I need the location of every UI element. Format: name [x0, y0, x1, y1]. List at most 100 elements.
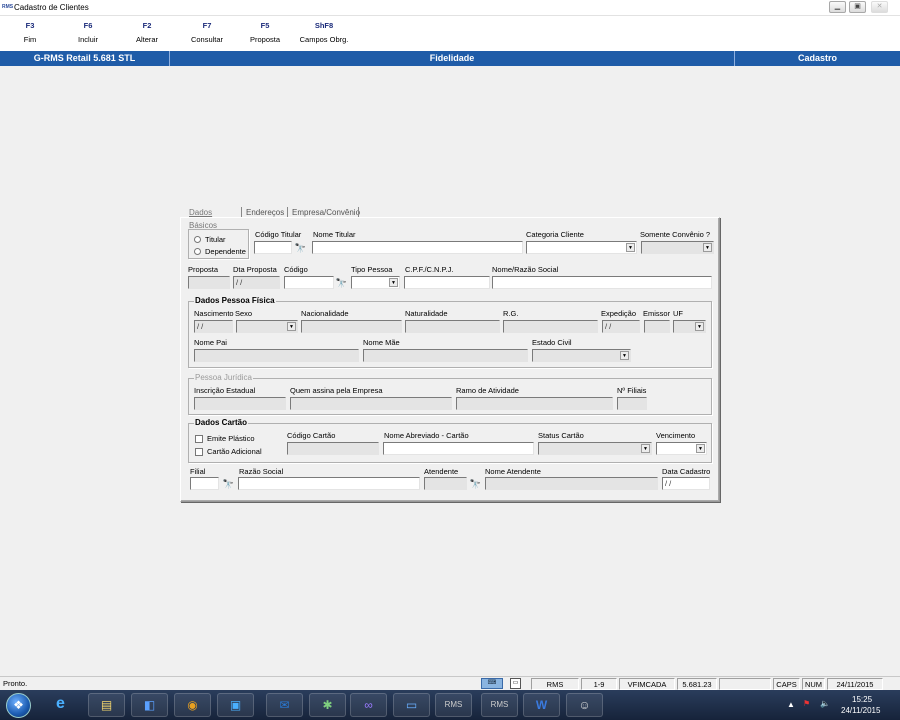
nome-mae-input[interactable] [363, 349, 528, 362]
tray-arrow-icon[interactable]: ▲ [787, 700, 795, 709]
rms-app-icon[interactable]: RMS [435, 693, 472, 717]
window-title: Cadastro de Clientes [14, 3, 89, 12]
inscricao-estadual-input[interactable] [194, 397, 286, 410]
nome-abreviado-input[interactable] [383, 442, 534, 455]
codigo-titular-input[interactable] [254, 241, 292, 254]
binoculars-search-icon[interactable]: 🔭 [335, 277, 348, 289]
form-panel: Titular Dependente Código Titular 🔭 Nome… [180, 217, 720, 502]
codigo-input[interactable] [284, 276, 334, 289]
chrome-icon[interactable]: ◉ [174, 693, 211, 717]
cpf-cnpj-input[interactable] [404, 276, 490, 289]
remote-app-icon[interactable]: ▣ [217, 693, 254, 717]
titular-radio-group: Titular Dependente [188, 229, 249, 259]
binoculars-search-icon[interactable]: 🔭 [294, 242, 307, 254]
clock-time[interactable]: 15:25 [852, 695, 872, 704]
blue-app-icon[interactable]: ◧ [131, 693, 168, 717]
internet-explorer-icon[interactable]: e [42, 693, 79, 717]
nome-mae-label: Nome Mãe [363, 338, 400, 347]
clock-date[interactable]: 24/11/2015 [841, 706, 880, 715]
toolbar-incluir-button[interactable]: F6 Incluir [66, 21, 110, 44]
word-icon[interactable]: W [523, 693, 560, 717]
radio-dependente[interactable] [194, 248, 201, 255]
expedicao-input[interactable]: / / [602, 320, 640, 333]
toolbar-alterar-button[interactable]: F2 Alterar [125, 21, 169, 44]
tipo-pessoa-select[interactable]: ▼ [351, 276, 400, 289]
categoria-cliente-select[interactable]: ▼ [526, 241, 637, 254]
dta-proposta-input[interactable]: / / [233, 276, 280, 289]
codigo-label: Código [284, 265, 308, 274]
status-text: Pronto. [3, 679, 28, 688]
nome-pai-input[interactable] [194, 349, 359, 362]
proposta-input[interactable] [188, 276, 230, 289]
terminal-app-icon[interactable]: ▭ [393, 693, 430, 717]
toolbar-campos-obrg-button[interactable]: ShF8 Campos Obrg. [296, 21, 352, 44]
nome-atendente-input[interactable] [485, 477, 658, 490]
status-cartao-select[interactable]: ▼ [538, 442, 652, 455]
nome-atendente-label: Nome Atendente [485, 467, 541, 476]
naturalidade-input[interactable] [405, 320, 500, 333]
toolbar-consultar-button[interactable]: F7 Consultar [185, 21, 229, 44]
toolbar-proposta-button[interactable]: F5 Proposta [243, 21, 287, 44]
chevron-down-icon: ▼ [389, 278, 398, 287]
dados-cartao-group: Dados Cartão Emite Plástico Cartão Adici… [188, 418, 712, 463]
toolbar-label: Proposta [249, 35, 281, 44]
minimize-button[interactable]: ▁ [829, 1, 846, 13]
num-filiais-input[interactable] [617, 397, 647, 410]
data-cadastro-label: Data Cadastro [662, 467, 711, 476]
section-name: Cadastro [797, 53, 837, 63]
status-app: RMS [531, 678, 579, 690]
rms-app-icon-active[interactable]: RMS [481, 693, 518, 717]
tipo-pessoa-label: Tipo Pessoa [351, 265, 393, 274]
file-explorer-icon[interactable]: ▤ [88, 693, 125, 717]
binoculars-search-icon[interactable]: 🔭 [469, 478, 482, 490]
uf-select[interactable]: ▼ [673, 320, 706, 333]
network-status-icon[interactable]: ⚑ [803, 699, 810, 708]
vencimento-select[interactable]: ▼ [656, 442, 707, 455]
razao-social-input[interactable] [238, 477, 420, 490]
network-app-icon[interactable]: ✱ [309, 693, 346, 717]
cartao-adicional-checkbox[interactable] [195, 448, 203, 456]
module-name: Fidelidade [170, 51, 735, 66]
data-cadastro-input[interactable]: / / [662, 477, 710, 490]
emite-plastico-checkbox[interactable] [195, 435, 203, 443]
rg-input[interactable] [503, 320, 598, 333]
toolbar-key: F7 [202, 21, 212, 30]
status-cartao-label: Status Cartão [538, 431, 584, 440]
start-button[interactable]: ❖ [6, 693, 31, 718]
infinity-app-icon[interactable]: ∞ [350, 693, 387, 717]
user-app-icon[interactable]: ☺ [566, 693, 603, 717]
toolbar-fim-button[interactable]: F3 Fim [8, 21, 52, 44]
filial-input[interactable] [190, 477, 219, 490]
sexo-select[interactable]: ▼ [236, 320, 298, 333]
nacionalidade-input[interactable] [301, 320, 402, 333]
filial-label: Filial [190, 467, 206, 476]
nome-titular-input[interactable] [312, 241, 523, 254]
close-button[interactable]: ✕ [871, 1, 888, 13]
rms-app-icon: RMS [2, 4, 14, 10]
emissor-input[interactable] [644, 320, 670, 333]
chevron-down-icon: ▼ [287, 322, 296, 331]
radio-titular[interactable] [194, 236, 201, 243]
toolbar-label: Incluir [77, 35, 98, 44]
volume-icon[interactable]: 🔈 [820, 699, 830, 708]
toolbar-label: Fim [23, 35, 37, 44]
atendente-input[interactable] [424, 477, 467, 490]
nome-razao-social-input[interactable] [492, 276, 712, 289]
status-page: 1-9 [581, 678, 617, 690]
nome-abreviado-label: Nome Abreviado - Cartão [384, 431, 469, 440]
radio-dependente-label: Dependente [205, 247, 246, 256]
outlook-icon[interactable]: ✉ [266, 693, 303, 717]
codigo-cartao-input[interactable] [287, 442, 379, 455]
estado-civil-select[interactable]: ▼ [532, 349, 631, 362]
maximize-button[interactable]: ▣ [849, 1, 866, 13]
somente-convenio-select[interactable]: ▼ [641, 241, 714, 254]
pessoa-juridica-title: Pessoa Jurídica [194, 373, 253, 382]
num-filiais-label: Nº Filiais [617, 386, 647, 395]
ramo-atividade-input[interactable] [456, 397, 613, 410]
binoculars-search-icon[interactable]: 🔭 [222, 478, 235, 490]
nascimento-input[interactable]: / / [194, 320, 233, 333]
quem-assina-input[interactable] [290, 397, 452, 410]
expedicao-label: Expedição [601, 309, 637, 318]
pessoa-fisica-title: Dados Pessoa Física [194, 296, 276, 305]
status-version: 5.681.23 [677, 678, 717, 690]
